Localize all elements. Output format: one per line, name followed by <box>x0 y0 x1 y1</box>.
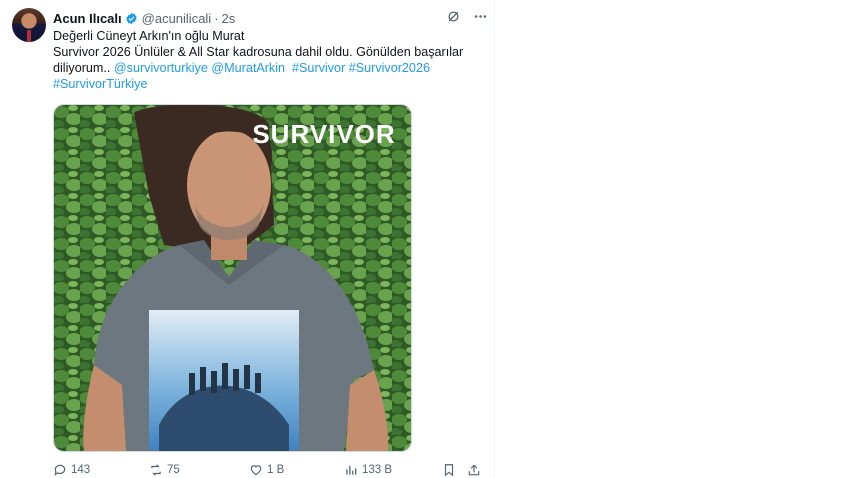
hashtag-survivor2026[interactable]: #Survivor2026 <box>349 61 430 75</box>
verified-badge-icon <box>125 12 137 24</box>
survivor-watermark: SURVIVOR <box>252 119 395 149</box>
views-count: 133 B <box>362 464 393 476</box>
tweet-header: Acun Ilıcalı @acunilicali · 2s <box>53 9 235 27</box>
views-icon <box>346 465 357 475</box>
separator-dot: · <box>214 10 219 26</box>
tweet-top-actions <box>446 9 488 24</box>
more-icon[interactable] <box>473 9 488 24</box>
avatar[interactable] <box>12 8 46 42</box>
timestamp[interactable]: 2s <box>222 11 236 26</box>
tweet-line-3-text: diliyorum.. <box>53 61 114 75</box>
reply-button[interactable]: 143 <box>53 463 90 477</box>
hashtag-survivorturkiye[interactable]: #SurvivorTürkiye <box>53 77 147 91</box>
views-button[interactable]: 133 B <box>344 463 392 477</box>
like-button[interactable]: 1 B <box>249 463 284 477</box>
tweet-line-3: diliyorum.. @survivorturkiye @MuratArkin… <box>53 60 473 76</box>
reply-icon <box>54 464 66 477</box>
mention-survivorturkiye[interactable]: @survivorturkiye <box>114 61 208 75</box>
author-handle[interactable]: @acunilicali <box>142 11 212 26</box>
tweet-line-2: Survivor 2026 Ünlüler & All Star kadrosu… <box>53 45 464 59</box>
tweet-line-1: Değerli Cüneyt Arkın'ın oğlu Murat <box>53 29 245 43</box>
repost-button[interactable]: 75 <box>149 463 180 477</box>
like-count: 1 B <box>267 464 285 476</box>
repost-icon <box>151 464 161 476</box>
bookmark-button[interactable] <box>442 463 456 477</box>
share-button[interactable] <box>467 463 481 477</box>
like-icon <box>250 465 262 476</box>
tweet-card[interactable]: Acun Ilıcalı @acunilicali · 2s Değerli C… <box>0 0 495 478</box>
repost-count: 75 <box>167 464 180 476</box>
mention-muratarkin[interactable]: @MuratArkin <box>211 61 285 75</box>
hashtag-survivor[interactable]: #Survivor <box>292 61 345 75</box>
grok-icon[interactable] <box>446 9 461 24</box>
reply-count: 143 <box>71 464 91 476</box>
author-name[interactable]: Acun Ilıcalı <box>53 11 122 26</box>
bookmark-icon <box>444 464 454 477</box>
tweet-text: Değerli Cüneyt Arkın'ın oğlu Murat Survi… <box>53 28 473 92</box>
tweet-photo[interactable]: SURVIVOR <box>53 104 412 452</box>
share-icon <box>468 464 480 476</box>
